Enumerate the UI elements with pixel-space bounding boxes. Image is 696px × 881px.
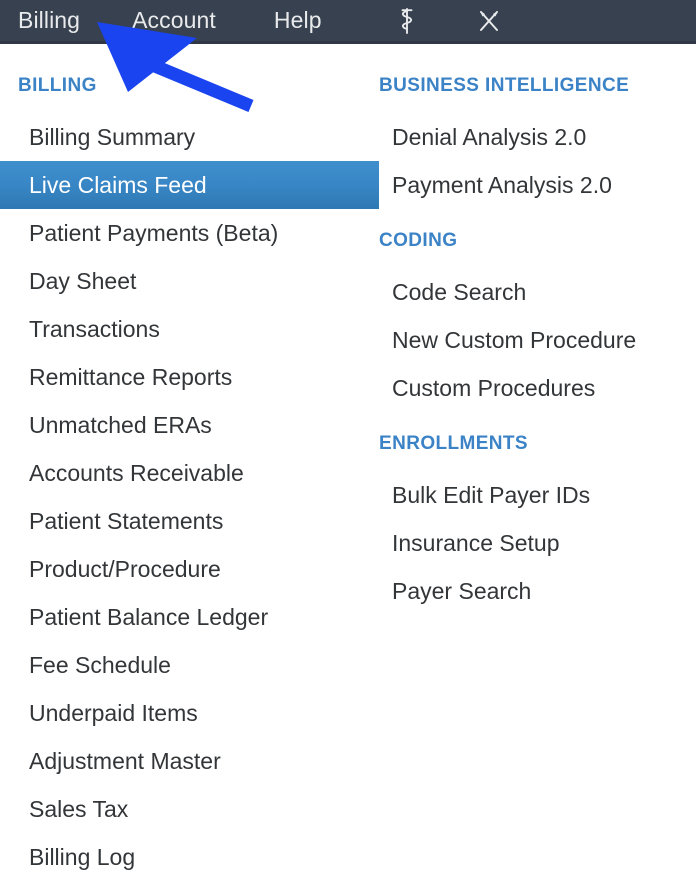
section-title-coding: CODING — [379, 230, 458, 251]
billing-dropdown-panel: BILLING Billing Summary Live Claims Feed P… — [0, 44, 696, 876]
menu-item-underpaid-items[interactable]: Underpaid Items — [0, 689, 360, 737]
menu-item-adjustment-master[interactable]: Adjustment Master — [0, 737, 360, 785]
menu-item-label: Patient Balance Ledger — [29, 603, 269, 630]
menu-item-label: Custom Procedures — [392, 374, 596, 401]
menu-item-custom-procedures[interactable]: Custom Procedures — [360, 364, 696, 412]
menu-item-label: Remittance Reports — [29, 363, 233, 390]
menu-item-label: Day Sheet — [29, 267, 137, 294]
menu-item-label: Transactions — [29, 315, 160, 342]
menu-item-label: Product/Procedure — [29, 555, 221, 582]
menu-item-remittance-reports[interactable]: Remittance Reports — [0, 353, 360, 401]
menu-item-accounts-receivable[interactable]: Accounts Receivable — [0, 449, 360, 497]
dropdown-left-column: BILLING Billing Summary Live Claims Feed P… — [0, 44, 379, 881]
left-menu-list: Billing Summary Live Claims Feed Patient P… — [0, 113, 379, 881]
menu-item-payer-search[interactable]: Payer Search — [360, 567, 696, 615]
menu-item-new-custom-procedure[interactable]: New Custom Procedure — [360, 316, 696, 364]
menu-item-patient-payments-beta[interactable]: Patient Payments (Beta) — [0, 209, 360, 257]
section-title-business-intelligence: BUSINESS INTELLIGENCE — [379, 75, 630, 96]
menu-item-code-search[interactable]: Code Search — [360, 268, 696, 316]
menu-item-label: Patient Payments (Beta) — [29, 219, 279, 246]
menu-item-label: Payer Search — [392, 577, 532, 604]
menu-item-label: Adjustment Master — [29, 747, 221, 774]
menu-item-billing-summary[interactable]: Billing Summary — [0, 113, 360, 161]
menu-item-insurance-setup[interactable]: Insurance Setup — [360, 519, 696, 567]
menu-item-product-procedure[interactable]: Product/Procedure — [0, 545, 360, 593]
menu-item-label: Unmatched ERAs — [29, 411, 212, 438]
menu-item-patient-statements[interactable]: Patient Statements — [0, 497, 360, 545]
menu-item-label: Patient Statements — [29, 507, 224, 534]
dropdown-right-column: BUSINESS INTELLIGENCE Denial Analysis 2.0… — [360, 44, 696, 615]
menu-item-label: Live Claims Feed — [29, 171, 207, 198]
menu-item-label: Insurance Setup — [392, 529, 560, 556]
menu-item-live-claims-feed[interactable]: Live Claims Feed — [0, 161, 379, 209]
menu-item-label: Billing Summary — [29, 123, 196, 150]
menubar-item-account[interactable]: Account — [132, 9, 216, 32]
menu-item-patient-balance-ledger[interactable]: Patient Balance Ledger — [0, 593, 360, 641]
menu-item-billing-log[interactable]: Billing Log — [0, 833, 360, 881]
menu-item-fee-schedule[interactable]: Fee Schedule — [0, 641, 360, 689]
menubar-item-billing[interactable]: Billing — [18, 9, 80, 32]
menu-item-day-sheet[interactable]: Day Sheet — [0, 257, 360, 305]
menu-item-bulk-edit-payer-ids[interactable]: Bulk Edit Payer IDs — [360, 471, 696, 519]
top-menu-bar: Billing Account Help — [0, 0, 696, 44]
menu-item-payment-analysis-2-0[interactable]: Payment Analysis 2.0 — [360, 161, 696, 209]
menu-item-label: Fee Schedule — [29, 651, 171, 678]
menu-item-transactions[interactable]: Transactions — [0, 305, 360, 353]
menu-item-unmatched-eras[interactable]: Unmatched ERAs — [0, 401, 360, 449]
section-title-enrollments: ENROLLMENTS — [379, 433, 529, 454]
menu-item-label: Code Search — [392, 278, 527, 305]
right-menu-sections: BUSINESS INTELLIGENCE Denial Analysis 2.0… — [360, 44, 696, 615]
menu-item-label: New Custom Procedure — [392, 326, 637, 353]
menu-item-label: Underpaid Items — [29, 699, 198, 726]
crossed-scalpels-icon[interactable] — [474, 6, 504, 36]
menu-item-label: Sales Tax — [29, 795, 129, 822]
menu-item-sales-tax[interactable]: Sales Tax — [0, 785, 360, 833]
menu-item-label: Bulk Edit Payer IDs — [392, 481, 591, 508]
menu-item-label: Billing Log — [29, 843, 136, 870]
menu-item-label: Payment Analysis 2.0 — [392, 171, 612, 198]
menu-item-denial-analysis-2-0[interactable]: Denial Analysis 2.0 — [360, 113, 696, 161]
caduceus-icon[interactable] — [392, 6, 422, 36]
menu-item-label: Denial Analysis 2.0 — [392, 123, 587, 150]
menubar-item-help[interactable]: Help — [274, 9, 322, 32]
menu-item-label: Accounts Receivable — [29, 459, 244, 486]
section-title-billing: BILLING — [18, 75, 97, 96]
